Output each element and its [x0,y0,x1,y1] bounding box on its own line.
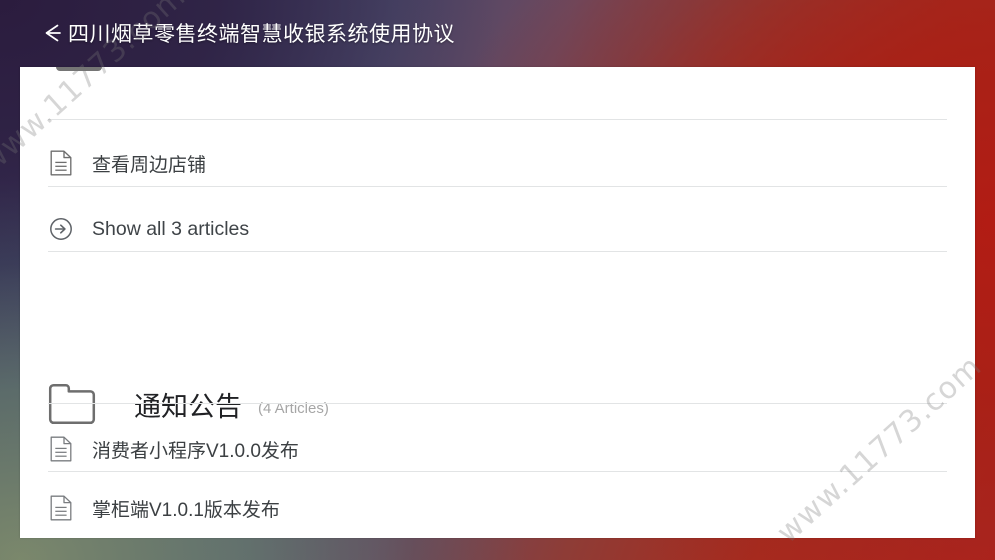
divider [48,251,947,252]
folder-title: 通知公告 [134,391,242,422]
scrolled-off-icon-remnant [56,67,102,71]
list-item-nearby-stores[interactable]: 查看周边店铺 [48,139,947,187]
list-item-label: 掌柜端V1.0.1版本发布 [92,499,280,521]
divider [48,471,947,472]
divider [48,403,947,404]
folder-section-header-notices[interactable]: 通知公告 (4 Articles) [48,383,947,425]
divider [48,119,947,120]
folder-icon [48,383,100,425]
back-arrow-icon[interactable] [40,20,66,46]
list-item-label: 查看周边店铺 [92,154,207,176]
list-item-shopkeeper-release[interactable]: 掌柜端V1.0.1版本发布 [48,485,947,531]
list-item-label: 消费者小程序V1.0.0发布 [92,440,299,462]
document-icon [48,436,74,462]
list-item-consumer-miniprogram[interactable]: 消费者小程序V1.0.0发布 [48,426,947,472]
arrow-circle-right-icon [48,217,74,241]
document-icon [48,495,74,521]
document-icon [48,150,74,176]
titlebar: 四川烟草零售终端智慧收银系统使用协议 [0,0,995,66]
app-root: 四川烟草零售终端智慧收银系统使用协议 查看周边店铺 Show all 3 art… [0,0,995,560]
content-card: 查看周边店铺 Show all 3 articles 通知公告 (4 Artic… [20,67,975,538]
page-title: 四川烟草零售终端智慧收银系统使用协议 [68,23,455,46]
list-item-label: Show all 3 articles [92,217,250,240]
list-item-show-all-articles[interactable]: Show all 3 articles [48,205,947,253]
divider [48,186,947,187]
